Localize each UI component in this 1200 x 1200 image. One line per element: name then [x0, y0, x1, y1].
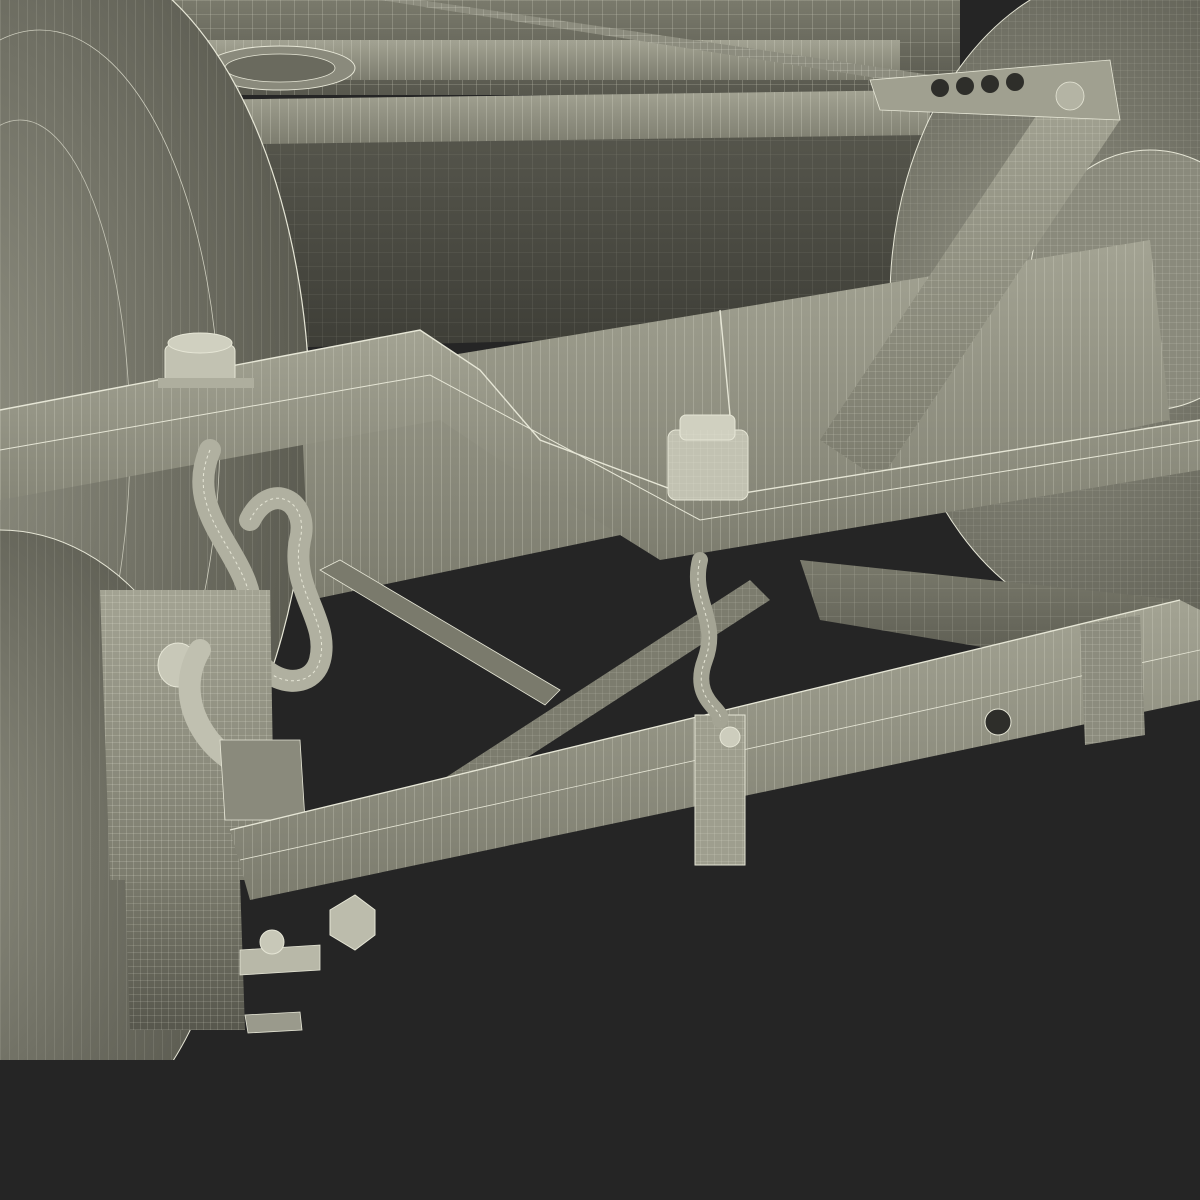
wireframe-chassis-render	[0, 0, 1200, 1200]
ground-shadow	[0, 1060, 1200, 1200]
render-viewport	[0, 0, 1200, 1200]
